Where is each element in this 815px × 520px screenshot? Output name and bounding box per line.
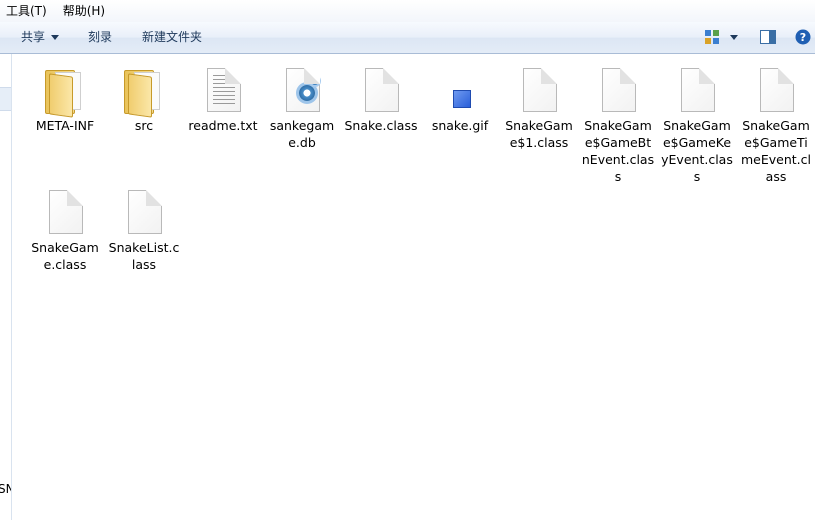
blank-file-icon — [41, 188, 89, 236]
chevron-down-icon — [51, 35, 60, 40]
file-name: sankegame.db — [269, 118, 335, 150]
navigation-pane[interactable]: SN — [0, 54, 12, 520]
file-item-snake-gif[interactable]: snake.gif — [421, 54, 499, 134]
blank-file-icon — [120, 188, 168, 236]
file-name: SnakeGame$GameBtnEvent.class — [581, 118, 655, 184]
file-name: snake.gif — [431, 118, 489, 133]
preview-pane-icon — [760, 30, 776, 44]
burn-button-label: 刻录 — [88, 30, 113, 44]
file-name: src — [134, 118, 154, 133]
share-button-label: 共享 — [21, 30, 46, 44]
new-folder-button-label: 新建文件夹 — [142, 30, 203, 44]
file-name: SnakeGame$GameKeyEvent.class — [661, 118, 733, 184]
new-folder-button[interactable]: 新建文件夹 — [142, 22, 202, 53]
burn-button[interactable]: 刻录 — [88, 22, 112, 53]
text-file-icon — [199, 66, 247, 114]
menu-tools[interactable]: 工具(T) — [0, 0, 55, 22]
view-grid-icon — [705, 30, 719, 44]
nav-item-fragment[interactable]: SN — [0, 482, 11, 496]
file-name: SnakeGame$GameTimeEvent.class — [741, 118, 811, 184]
nav-selected-item[interactable] — [0, 87, 11, 111]
file-name: SnakeGame$1.class — [505, 118, 573, 150]
file-list[interactable]: META-INF src readme.txt sankegame.db Sna… — [13, 54, 815, 520]
file-item-gametimeevent[interactable]: SnakeGame$GameTimeEvent.class — [737, 54, 815, 185]
menu-help[interactable]: 帮助(H) — [55, 0, 113, 22]
blank-file-icon — [515, 66, 563, 114]
file-item-readme[interactable]: readme.txt — [184, 54, 262, 134]
file-item-src[interactable]: src — [105, 54, 183, 134]
menu-bar: 工具(T) 帮助(H) — [0, 0, 815, 22]
blank-file-icon — [752, 66, 800, 114]
file-name: SnakeGame.class — [31, 240, 99, 272]
file-item-gamebtnevent[interactable]: SnakeGame$GameBtnEvent.class — [579, 54, 657, 185]
file-name: META-INF — [35, 118, 95, 133]
share-button[interactable]: 共享 — [21, 22, 60, 53]
image-thumbnail-icon — [436, 66, 484, 114]
file-item-db[interactable]: sankegame.db — [263, 54, 341, 151]
file-item-meta-inf[interactable]: META-INF — [26, 54, 104, 134]
chevron-down-icon — [730, 35, 738, 40]
file-item-snake-class[interactable]: Snake.class — [342, 54, 420, 134]
help-icon: ? — [795, 29, 811, 45]
help-button[interactable]: ? — [795, 29, 811, 45]
command-bar: 共享 刻录 新建文件夹 ? — [0, 22, 815, 54]
settings-file-icon — [278, 66, 326, 114]
blank-file-icon — [594, 66, 642, 114]
folder-icon — [41, 66, 89, 118]
blank-file-icon — [673, 66, 721, 114]
change-view-button[interactable] — [705, 30, 719, 44]
preview-pane-button[interactable] — [760, 30, 776, 44]
svg-text:?: ? — [800, 31, 806, 44]
folder-icon — [120, 66, 168, 118]
file-item-snakegame[interactable]: SnakeGame.class — [26, 176, 104, 273]
view-dropdown-button[interactable] — [724, 22, 738, 53]
file-item-gamekeyevent[interactable]: SnakeGame$GameKeyEvent.class — [658, 54, 736, 185]
file-name: readme.txt — [188, 118, 258, 133]
file-item-snakegame1[interactable]: SnakeGame$1.class — [500, 54, 578, 151]
blank-file-icon — [357, 66, 405, 114]
file-name: SnakeList.class — [108, 240, 180, 272]
file-item-snakelist[interactable]: SnakeList.class — [105, 176, 183, 273]
file-name: Snake.class — [344, 118, 418, 133]
